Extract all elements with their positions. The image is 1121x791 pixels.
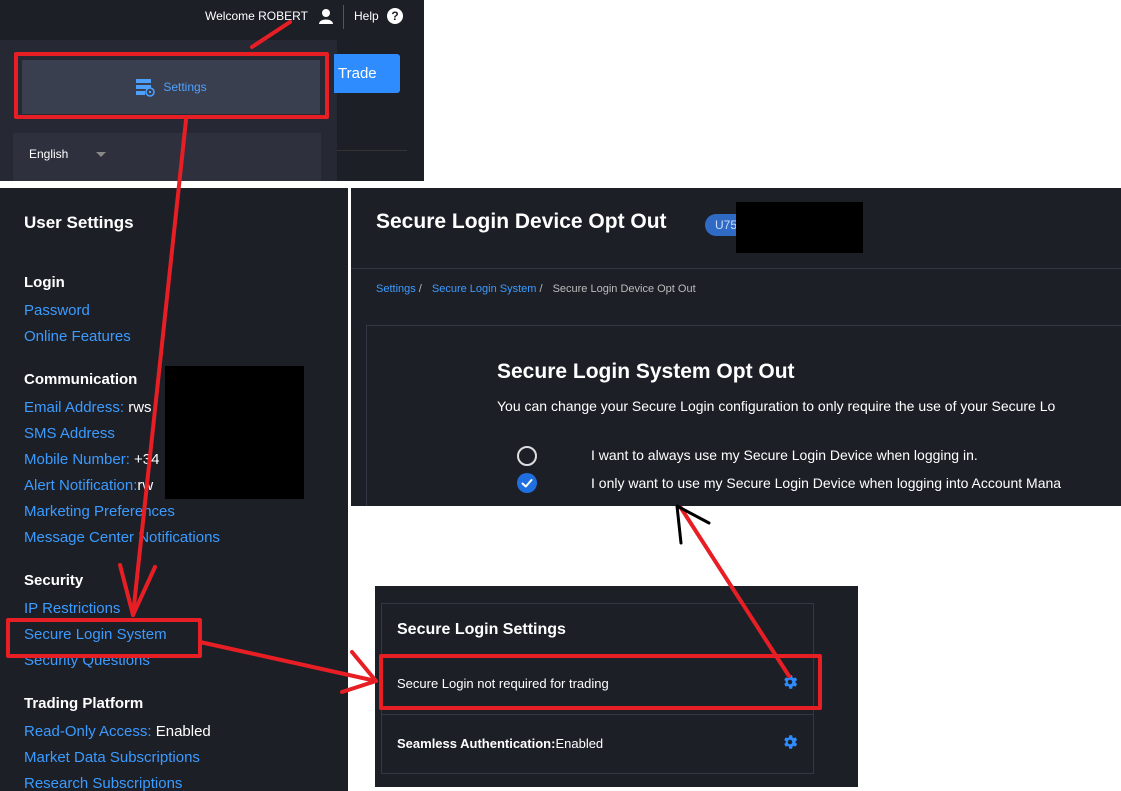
- setting-label: Secure Login not required for trading: [397, 676, 609, 691]
- header-dropdown: Welcome ROBERT Help ? Trade Settings Eng…: [0, 0, 424, 181]
- help-link[interactable]: Help: [354, 9, 379, 23]
- redaction-block: [165, 366, 304, 499]
- alert-value: rw: [137, 477, 154, 494]
- sidebar-item-read-only[interactable]: Read-Only Access: Enabled: [24, 723, 211, 740]
- sidebar-item-password[interactable]: Password: [24, 302, 90, 319]
- opt-out-panel: Secure Login Device Opt Out U75 Settings…: [351, 188, 1121, 506]
- breadcrumb: Settings / Secure Login System / Secure Lo…: [376, 283, 696, 295]
- sidebar-item-secure-login[interactable]: Secure Login System: [24, 626, 167, 643]
- redaction-block: [736, 202, 863, 253]
- setting-row-trading: Secure Login not required for trading: [381, 654, 814, 713]
- welcome-text: Welcome ROBERT: [205, 9, 308, 23]
- radio-always-use[interactable]: [517, 446, 537, 466]
- section-security: Security: [24, 572, 84, 589]
- card-title: Secure Login System Opt Out: [497, 360, 795, 383]
- sidebar-item-market-data[interactable]: Market Data Subscriptions: [24, 749, 200, 766]
- divider: [343, 5, 344, 29]
- breadcrumb-settings[interactable]: Settings: [376, 283, 416, 295]
- section-communication: Communication: [24, 371, 138, 388]
- breadcrumb-current: Secure Login Device Opt Out: [552, 283, 696, 295]
- settings-label: Settings: [163, 80, 207, 94]
- card-description: You can change your Secure Login configu…: [497, 398, 1056, 414]
- mobile-value: +34: [129, 451, 160, 468]
- sidebar-title: User Settings: [24, 213, 134, 232]
- section-login: Login: [24, 274, 65, 291]
- user-settings-sidebar: User Settings Login Password Online Feat…: [0, 188, 348, 791]
- sidebar-item-mobile[interactable]: Mobile Number: +34: [24, 451, 160, 468]
- setting-row-seamless: Seamless Authentication:Enabled: [381, 714, 814, 773]
- caret-down-icon: [96, 152, 106, 157]
- page-title: Secure Login Device Opt Out: [376, 210, 667, 233]
- option-always-use-label: I want to always use my Secure Login Dev…: [591, 447, 978, 463]
- user-icon[interactable]: [317, 7, 335, 25]
- sidebar-item-ip-restrictions[interactable]: IP Restrictions: [24, 600, 120, 617]
- sidebar-item-security-questions[interactable]: Security Questions: [24, 652, 150, 669]
- section-trading-platform: Trading Platform: [24, 695, 144, 712]
- setting-label: Seamless Authentication:Enabled: [397, 736, 604, 751]
- sidebar-item-research[interactable]: Research Subscriptions: [24, 775, 182, 791]
- sidebar-item-marketing[interactable]: Marketing Preferences: [24, 503, 175, 520]
- sidebar-item-online-features[interactable]: Online Features: [24, 328, 131, 345]
- email-value: rws: [124, 399, 152, 416]
- gear-icon[interactable]: [781, 673, 799, 691]
- language-value: English: [29, 147, 69, 161]
- gear-icon[interactable]: [781, 733, 799, 751]
- divider: [351, 268, 1121, 269]
- opt-out-card: Secure Login System Opt Out You can chan…: [366, 325, 1121, 506]
- divider: [337, 150, 407, 151]
- read-only-value: Enabled: [151, 723, 211, 740]
- breadcrumb-secure-login-system[interactable]: Secure Login System: [432, 283, 537, 295]
- section-title: Secure Login Settings: [397, 621, 566, 638]
- sidebar-item-message-center[interactable]: Message Center Notifications: [24, 529, 220, 546]
- trade-button[interactable]: Trade: [334, 54, 400, 93]
- language-select[interactable]: English: [13, 133, 321, 181]
- sidebar-item-alert[interactable]: Alert Notification:rw: [24, 477, 153, 494]
- help-icon[interactable]: ?: [387, 8, 403, 24]
- option-account-management-label: I only want to use my Secure Login Devic…: [591, 475, 1062, 491]
- settings-button[interactable]: Settings: [22, 60, 320, 114]
- radio-account-management-checked[interactable]: [517, 473, 537, 493]
- sidebar-item-sms[interactable]: SMS Address: [24, 425, 115, 442]
- seamless-value: Enabled: [555, 736, 604, 751]
- settings-panel-icon: [136, 79, 156, 97]
- secure-login-settings-panel: Secure Login Settings Secure Login not r…: [375, 586, 858, 787]
- sidebar-item-email[interactable]: Email Address: rws: [24, 399, 152, 416]
